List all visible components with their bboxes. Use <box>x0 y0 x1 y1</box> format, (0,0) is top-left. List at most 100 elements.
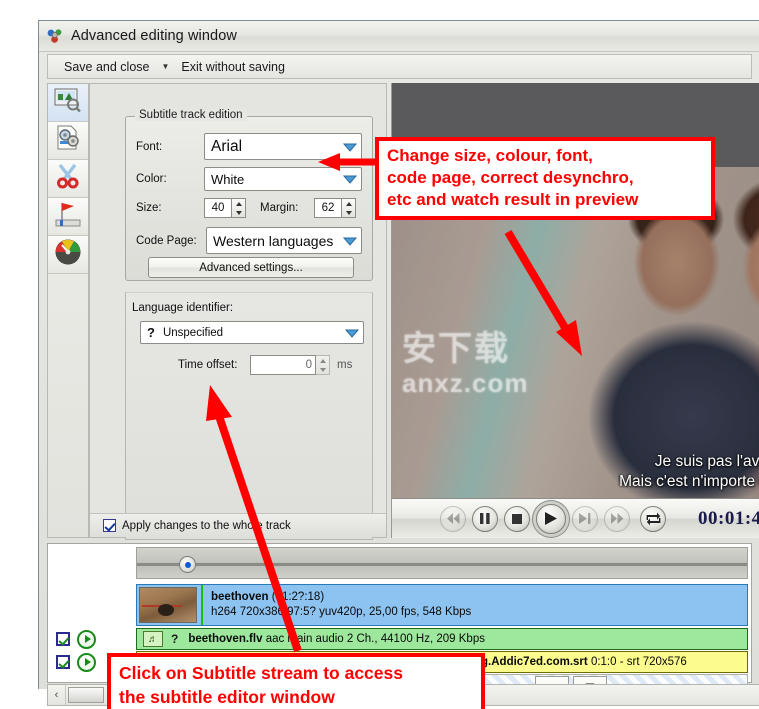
language-identifier-combo[interactable]: ? Unspecified <box>140 321 364 344</box>
annotation-callout-top: Change size, colour, font, code page, co… <box>375 137 715 220</box>
annotation-top-line2: code page, correct desynchro, <box>387 168 634 187</box>
video-track-name: beethoven <box>211 591 269 603</box>
color-combo[interactable]: White <box>204 167 362 191</box>
rail-item-cut[interactable] <box>48 160 88 198</box>
rail-item-preview[interactable] <box>48 84 88 122</box>
rail-item-markers[interactable] <box>48 198 88 236</box>
timeline-groove <box>137 563 747 566</box>
fast-forward-button[interactable] <box>604 505 630 532</box>
menu-exit-without-saving[interactable]: Exit without saving <box>175 58 291 76</box>
audio-track-name: beethoven.flv <box>188 632 263 645</box>
font-value: Arial <box>211 137 243 155</box>
scroll-left-arrow-icon[interactable]: ‹ <box>48 685 66 705</box>
time-offset-unit: ms <box>337 359 353 371</box>
chevron-down-icon[interactable]: ▼ <box>155 62 175 71</box>
track-row-audio[interactable]: ♬ ? beethoven.flv aac main audio 2 Ch., … <box>136 628 748 650</box>
chevron-down-icon[interactable] <box>344 325 360 341</box>
margin-input[interactable]: 62 <box>314 198 342 218</box>
preview-icon <box>54 87 82 118</box>
window-title: Advanced editing window <box>71 28 237 44</box>
apply-changes-label: Apply changes to the whole track <box>122 519 291 532</box>
subtitle-line-2: Mais c'est n'importe quoi. <box>619 473 759 490</box>
font-label: Font: <box>136 140 163 153</box>
annotation-bottom-line1: Click on Subtitle stream to access <box>119 663 403 683</box>
watermark-logo: 安下载 anxz.com <box>402 332 529 400</box>
margin-label: Margin: <box>260 202 299 214</box>
margin-stepper[interactable] <box>342 198 356 218</box>
flag-icon <box>54 201 82 232</box>
code-page-combo[interactable]: Western languages <box>206 227 362 254</box>
video-track-duration: (01:2?:18) <box>271 591 325 603</box>
color-label: Color: <box>136 173 167 185</box>
annotation-top-line3: etc and watch result in preview <box>387 190 639 209</box>
language-identifier-group: Language identifier: ? Unspecified Time … <box>125 292 373 540</box>
color-value: White <box>211 171 245 187</box>
chevron-down-icon[interactable] <box>342 171 358 187</box>
audio-track-controls <box>50 628 134 650</box>
apply-changes-bar: Apply changes to the whole track <box>90 513 386 537</box>
video-subtitle-overlay: Je suis pas l'avocat. Mais c'est n'impor… <box>392 452 759 492</box>
menu-save-and-close[interactable]: Save and close <box>58 58 155 76</box>
timeline-handle[interactable] <box>179 556 196 573</box>
stop-button[interactable] <box>504 505 530 532</box>
rail-item-meter[interactable] <box>48 236 88 274</box>
subtitle-track-checkbox[interactable] <box>56 655 70 669</box>
question-mark-icon: ? <box>147 325 155 340</box>
gauge-icon <box>53 238 83 271</box>
video-thumbnail <box>139 587 197 623</box>
tool-rail <box>47 83 89 538</box>
screenshot-root: Advanced editing window Save and close ▼… <box>0 0 759 709</box>
app-icon <box>46 27 64 45</box>
subtitle-line-1: Je suis pas l'avocat. <box>654 453 759 470</box>
advanced-editing-window: Advanced editing window Save and close ▼… <box>38 20 759 706</box>
subtitle-track-edition-group: Subtitle track edition Font: Arial Color… <box>125 109 373 281</box>
audio-track-details: aac main audio 2 Ch., 44100 Hz, 209 Kbps <box>265 632 485 645</box>
subtitle-settings-panel: Subtitle track edition Font: Arial Color… <box>89 83 387 540</box>
rail-item-configure[interactable] <box>48 122 88 160</box>
advanced-settings-label: Advanced settings... <box>199 261 303 274</box>
time-offset-stepper[interactable] <box>316 355 330 375</box>
audio-stream-icon: ♬ <box>143 631 163 647</box>
track-position-marker <box>201 585 203 625</box>
timeline-slider[interactable] <box>136 547 748 579</box>
chevron-down-icon[interactable] <box>342 233 358 249</box>
subtitle-track-details: 0:1:0 - srt 720x576 <box>590 655 687 668</box>
time-offset-label: Time offset: <box>178 359 238 371</box>
loop-button[interactable] <box>640 505 666 532</box>
audio-language-unknown-icon: ? <box>171 632 179 646</box>
scrollbar-thumb[interactable] <box>68 687 104 703</box>
code-page-label: Code Page: <box>136 234 197 247</box>
audio-track-checkbox[interactable] <box>56 632 70 646</box>
font-combo[interactable]: Arial <box>204 133 362 160</box>
play-button[interactable] <box>536 503 566 534</box>
apply-changes-checkbox[interactable] <box>103 519 116 532</box>
window-titlebar: Advanced editing window <box>39 21 759 52</box>
watermark-line2: anxz.com <box>402 368 529 398</box>
next-frame-button[interactable] <box>572 505 598 532</box>
track-row-video[interactable]: beethoven (01:2?:18) h264 720x386 97:5? … <box>136 584 748 626</box>
pause-button[interactable] <box>472 505 498 532</box>
scissors-icon <box>54 163 82 194</box>
size-stepper[interactable] <box>232 198 246 218</box>
time-offset-input[interactable]: 0 <box>250 355 316 375</box>
video-track-details: h264 720x386 97:5? yuv420p, 25,00 fps, 5… <box>211 606 472 618</box>
audio-track-info: beethoven.flv aac main audio 2 Ch., 4410… <box>188 632 485 647</box>
playback-controls: 00:01:46.32 <box>392 498 759 538</box>
size-label: Size: <box>136 202 162 214</box>
subtitle-track-play-button[interactable] <box>77 652 96 672</box>
window-menubar: Save and close ▼ Exit without saving <box>47 54 752 79</box>
annotation-bottom-line2: the subtitle editor window <box>119 687 335 707</box>
group-legend: Subtitle track edition <box>135 109 247 121</box>
code-page-value: Western languages <box>213 232 334 249</box>
timecode-display: 00:01:46.32 <box>698 507 759 529</box>
audio-track-play-button[interactable] <box>77 629 96 649</box>
language-identifier-value: Unspecified <box>162 326 224 339</box>
advanced-settings-button[interactable]: Advanced settings... <box>148 257 354 278</box>
size-input[interactable]: 40 <box>204 198 232 218</box>
watermark-line1: 安下载 <box>402 330 510 368</box>
annotation-top-line1: Change size, colour, font, <box>387 146 593 165</box>
video-track-info: beethoven (01:2?:18) h264 720x386 97:5? … <box>211 590 471 620</box>
rewind-button[interactable] <box>440 505 466 532</box>
chevron-down-icon[interactable] <box>342 139 358 155</box>
annotation-callout-bottom: Click on Subtitle stream to access the s… <box>107 653 485 709</box>
